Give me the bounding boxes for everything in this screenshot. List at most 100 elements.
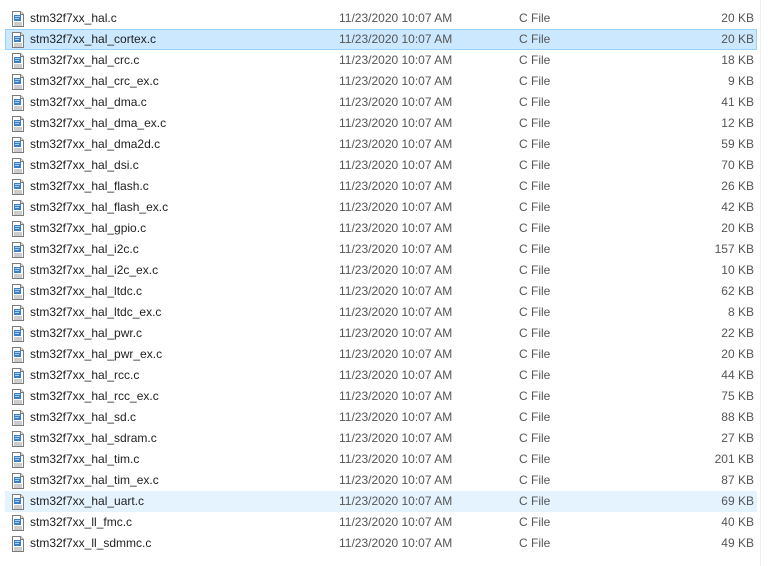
file-row[interactable]: stm32f7xx_hal_uart.c 11/23/2020 10:07 AM… bbox=[5, 491, 757, 512]
c-source-file-icon bbox=[11, 221, 25, 237]
file-size: 75 KB bbox=[721, 389, 754, 403]
file-date-modified: 11/23/2020 10:07 AM bbox=[339, 284, 453, 298]
file-name: stm32f7xx_hal_tim_ex.c bbox=[30, 473, 159, 487]
file-row[interactable]: stm32f7xx_hal_crc.c 11/23/2020 10:07 AM … bbox=[5, 50, 757, 71]
file-name: stm32f7xx_hal_dma_ex.c bbox=[30, 116, 167, 130]
file-type: C File bbox=[519, 389, 551, 403]
file-date-modified: 11/23/2020 10:07 AM bbox=[339, 536, 453, 550]
file-list[interactable]: stm32f7xx_hal.c 11/23/2020 10:07 AM C Fi… bbox=[5, 8, 757, 554]
file-row[interactable]: stm32f7xx_hal_gpio.c 11/23/2020 10:07 AM… bbox=[5, 218, 757, 239]
file-date-modified: 11/23/2020 10:07 AM bbox=[339, 473, 453, 487]
c-source-file-icon bbox=[11, 431, 25, 447]
file-name: stm32f7xx_hal_rcc_ex.c bbox=[30, 389, 159, 403]
file-date-modified: 11/23/2020 10:07 AM bbox=[339, 221, 453, 235]
file-name: stm32f7xx_hal_crc_ex.c bbox=[30, 74, 159, 88]
file-type: C File bbox=[519, 221, 551, 235]
file-type: C File bbox=[519, 95, 551, 109]
file-name: stm32f7xx_ll_sdmmc.c bbox=[30, 536, 152, 550]
file-date-modified: 11/23/2020 10:07 AM bbox=[339, 515, 453, 529]
file-type: C File bbox=[519, 179, 551, 193]
c-source-file-icon bbox=[11, 536, 25, 552]
file-type: C File bbox=[519, 494, 551, 508]
file-name: stm32f7xx_hal_i2c_ex.c bbox=[30, 263, 159, 277]
file-row[interactable]: stm32f7xx_hal_pwr.c 11/23/2020 10:07 AM … bbox=[5, 323, 757, 344]
file-type: C File bbox=[519, 410, 551, 424]
c-source-file-icon bbox=[11, 326, 25, 342]
c-source-file-icon bbox=[11, 74, 25, 90]
file-row[interactable]: stm32f7xx_hal_dma2d.c 11/23/2020 10:07 A… bbox=[5, 134, 757, 155]
file-row[interactable]: stm32f7xx_hal_pwr_ex.c 11/23/2020 10:07 … bbox=[5, 344, 757, 365]
file-date-modified: 11/23/2020 10:07 AM bbox=[339, 452, 453, 466]
file-date-modified: 11/23/2020 10:07 AM bbox=[339, 389, 453, 403]
file-date-modified: 11/23/2020 10:07 AM bbox=[339, 494, 453, 508]
file-type: C File bbox=[519, 452, 551, 466]
file-row[interactable]: stm32f7xx_hal_sd.c 11/23/2020 10:07 AM C… bbox=[5, 407, 757, 428]
file-size: 88 KB bbox=[721, 410, 754, 424]
file-size: 18 KB bbox=[721, 53, 754, 67]
file-date-modified: 11/23/2020 10:07 AM bbox=[339, 263, 453, 277]
file-row[interactable]: stm32f7xx_hal_ltdc.c 11/23/2020 10:07 AM… bbox=[5, 281, 757, 302]
file-type: C File bbox=[519, 116, 551, 130]
file-date-modified: 11/23/2020 10:07 AM bbox=[339, 242, 453, 256]
file-date-modified: 11/23/2020 10:07 AM bbox=[339, 32, 453, 46]
c-source-file-icon bbox=[11, 158, 25, 174]
file-size: 62 KB bbox=[721, 284, 754, 298]
file-type: C File bbox=[519, 242, 551, 256]
file-row[interactable]: stm32f7xx_hal_rcc.c 11/23/2020 10:07 AM … bbox=[5, 365, 757, 386]
file-row[interactable]: stm32f7xx_hal_i2c.c 11/23/2020 10:07 AM … bbox=[5, 239, 757, 260]
file-size: 20 KB bbox=[721, 221, 754, 235]
file-row[interactable]: stm32f7xx_hal_i2c_ex.c 11/23/2020 10:07 … bbox=[5, 260, 757, 281]
file-date-modified: 11/23/2020 10:07 AM bbox=[339, 74, 453, 88]
file-row[interactable]: stm32f7xx_hal_cortex.c 11/23/2020 10:07 … bbox=[5, 29, 757, 50]
file-name: stm32f7xx_hal_dma.c bbox=[30, 95, 147, 109]
file-row[interactable]: stm32f7xx_hal_flash_ex.c 11/23/2020 10:0… bbox=[5, 197, 757, 218]
file-row[interactable]: stm32f7xx_hal_ltdc_ex.c 11/23/2020 10:07… bbox=[5, 302, 757, 323]
file-row[interactable]: stm32f7xx_hal_tim_ex.c 11/23/2020 10:07 … bbox=[5, 470, 757, 491]
file-name: stm32f7xx_hal_sdram.c bbox=[30, 431, 157, 445]
file-type: C File bbox=[519, 326, 551, 340]
file-name: stm32f7xx_hal_dsi.c bbox=[30, 158, 139, 172]
c-source-file-icon bbox=[11, 53, 25, 69]
c-source-file-icon bbox=[11, 368, 25, 384]
file-row[interactable]: stm32f7xx_ll_sdmmc.c 11/23/2020 10:07 AM… bbox=[5, 533, 757, 554]
file-row[interactable]: stm32f7xx_hal.c 11/23/2020 10:07 AM C Fi… bbox=[5, 8, 757, 29]
file-type: C File bbox=[519, 32, 551, 46]
file-row[interactable]: stm32f7xx_hal_dsi.c 11/23/2020 10:07 AM … bbox=[5, 155, 757, 176]
file-row[interactable]: stm32f7xx_hal_rcc_ex.c 11/23/2020 10:07 … bbox=[5, 386, 757, 407]
file-date-modified: 11/23/2020 10:07 AM bbox=[339, 179, 453, 193]
file-size: 59 KB bbox=[721, 137, 754, 151]
file-type: C File bbox=[519, 536, 551, 550]
file-row[interactable]: stm32f7xx_hal_crc_ex.c 11/23/2020 10:07 … bbox=[5, 71, 757, 92]
c-source-file-icon bbox=[11, 452, 25, 468]
file-size: 27 KB bbox=[721, 431, 754, 445]
file-size: 8 KB bbox=[727, 305, 754, 319]
file-date-modified: 11/23/2020 10:07 AM bbox=[339, 11, 453, 25]
file-size: 69 KB bbox=[721, 494, 754, 508]
c-source-file-icon bbox=[11, 515, 25, 531]
file-date-modified: 11/23/2020 10:07 AM bbox=[339, 137, 453, 151]
file-row[interactable]: stm32f7xx_hal_dma_ex.c 11/23/2020 10:07 … bbox=[5, 113, 757, 134]
file-row[interactable]: stm32f7xx_hal_sdram.c 11/23/2020 10:07 A… bbox=[5, 428, 757, 449]
file-type: C File bbox=[519, 368, 551, 382]
c-source-file-icon bbox=[11, 200, 25, 216]
c-source-file-icon bbox=[11, 11, 25, 27]
file-size: 20 KB bbox=[721, 347, 754, 361]
file-date-modified: 11/23/2020 10:07 AM bbox=[339, 347, 453, 361]
file-date-modified: 11/23/2020 10:07 AM bbox=[339, 410, 453, 424]
file-size: 40 KB bbox=[721, 515, 754, 529]
file-row[interactable]: stm32f7xx_hal_dma.c 11/23/2020 10:07 AM … bbox=[5, 92, 757, 113]
c-source-file-icon bbox=[11, 389, 25, 405]
file-date-modified: 11/23/2020 10:07 AM bbox=[339, 368, 453, 382]
file-name: stm32f7xx_hal_tim.c bbox=[30, 452, 140, 466]
file-name: stm32f7xx_hal_i2c.c bbox=[30, 242, 139, 256]
file-name: stm32f7xx_hal_crc.c bbox=[30, 53, 140, 67]
file-type: C File bbox=[519, 347, 551, 361]
file-size: 44 KB bbox=[721, 368, 754, 382]
file-row[interactable]: stm32f7xx_ll_fmc.c 11/23/2020 10:07 AM C… bbox=[5, 512, 757, 533]
file-row[interactable]: stm32f7xx_hal_tim.c 11/23/2020 10:07 AM … bbox=[5, 449, 757, 470]
file-row[interactable]: stm32f7xx_hal_flash.c 11/23/2020 10:07 A… bbox=[5, 176, 757, 197]
file-size: 87 KB bbox=[721, 473, 754, 487]
file-name: stm32f7xx_hal_dma2d.c bbox=[30, 137, 161, 151]
c-source-file-icon bbox=[11, 137, 25, 153]
file-type: C File bbox=[519, 137, 551, 151]
